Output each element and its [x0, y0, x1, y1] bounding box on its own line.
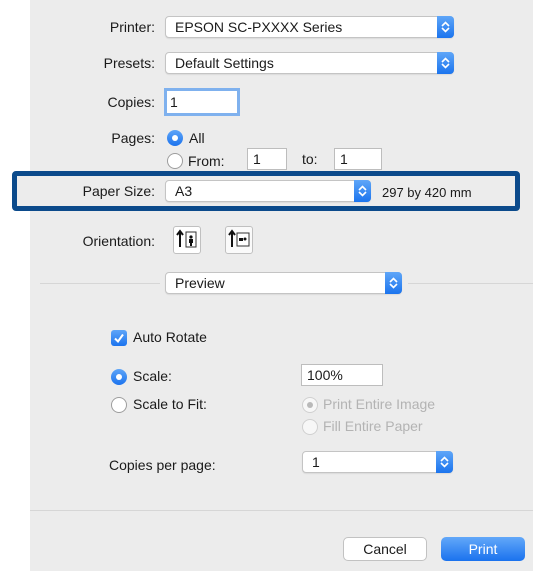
- paper-size-popup[interactable]: A3: [165, 180, 371, 202]
- print-entire-image-radio[interactable]: [302, 397, 318, 413]
- pages-to-label: to:: [302, 151, 318, 167]
- pages-all-radio[interactable]: [167, 130, 183, 146]
- presets-label: Presets:: [103, 55, 155, 71]
- section-divider: [408, 283, 533, 284]
- scale-value: 100%: [307, 367, 343, 383]
- copies-per-page-label: Copies per page:: [109, 457, 216, 473]
- scale-to-fit-radio[interactable]: [111, 397, 127, 413]
- scale-radio[interactable]: [111, 369, 127, 385]
- portrait-orientation-button[interactable]: [173, 226, 201, 254]
- pages-to-field[interactable]: 1: [334, 148, 382, 170]
- cancel-button[interactable]: Cancel: [343, 537, 427, 561]
- fill-entire-paper-label: Fill Entire Paper: [323, 418, 423, 434]
- presets-popup[interactable]: Default Settings: [165, 52, 454, 74]
- scale-field[interactable]: 100%: [301, 364, 383, 386]
- copies-per-page-value: 1: [312, 454, 320, 470]
- presets-value: Default Settings: [175, 55, 274, 71]
- chevron-updown-icon: [437, 16, 454, 38]
- landscape-icon: [228, 229, 250, 247]
- copies-per-page-popup[interactable]: 1: [302, 451, 453, 473]
- copies-label: Copies:: [107, 94, 155, 110]
- pages-from-field[interactable]: 1: [247, 148, 287, 170]
- portrait-icon: [176, 229, 197, 248]
- fill-entire-paper-radio[interactable]: [302, 419, 318, 435]
- pages-from-label: From:: [188, 153, 225, 169]
- pages-from-radio[interactable]: [167, 153, 183, 169]
- footer-divider: [30, 510, 533, 511]
- auto-rotate-checkbox[interactable]: [111, 330, 127, 346]
- copies-value: 1: [170, 94, 178, 110]
- pages-from-value: 1: [253, 151, 261, 167]
- section-divider: [40, 283, 160, 284]
- pages-label: Pages:: [111, 130, 155, 146]
- pages-to-value: 1: [340, 151, 348, 167]
- print-button[interactable]: Print: [441, 537, 525, 561]
- landscape-orientation-button[interactable]: [225, 226, 253, 254]
- checkmark-icon: [114, 333, 124, 344]
- pages-all-label: All: [189, 130, 205, 146]
- section-popup-value: Preview: [175, 275, 225, 291]
- scale-label: Scale:: [133, 368, 172, 384]
- scale-to-fit-label: Scale to Fit:: [133, 396, 207, 412]
- orientation-label: Orientation:: [82, 233, 155, 249]
- paper-size-label: Paper Size:: [82, 183, 155, 199]
- printer-value: EPSON SC-PXXXX Series: [175, 19, 343, 35]
- auto-rotate-label: Auto Rotate: [133, 329, 207, 345]
- chevron-updown-icon: [385, 272, 402, 294]
- chevron-updown-icon: [354, 180, 371, 202]
- chevron-updown-icon: [437, 52, 454, 74]
- section-popup[interactable]: Preview: [165, 272, 402, 294]
- copies-field[interactable]: 1: [164, 88, 240, 116]
- printer-popup[interactable]: EPSON SC-PXXXX Series: [165, 16, 454, 38]
- paper-size-value: A3: [175, 183, 193, 199]
- paper-size-dimensions: 297 by 420 mm: [382, 185, 472, 200]
- chevron-updown-icon: [436, 451, 453, 473]
- printer-label: Printer:: [109, 19, 155, 35]
- print-entire-image-label: Print Entire Image: [323, 396, 436, 412]
